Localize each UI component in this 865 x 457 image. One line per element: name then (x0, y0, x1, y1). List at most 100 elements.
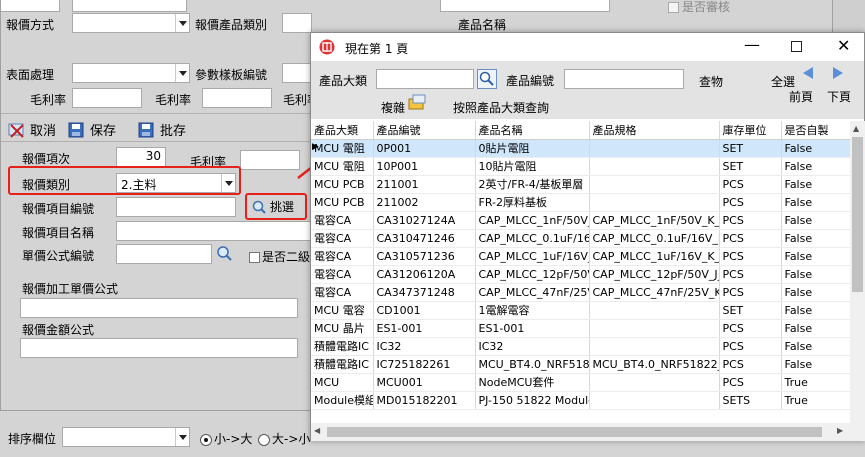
table-cell: 0貼片電阻 (475, 139, 590, 158)
table-row[interactable]: MCU PCB 211001 2英寸/FR-4/基板單層 PCS False (311, 175, 851, 194)
chevron-down-icon[interactable] (175, 14, 189, 32)
table-row[interactable]: MCU 電容 CD1001 1電解電容 SET False (311, 301, 851, 320)
table-cell: PCS (719, 193, 782, 212)
table-row[interactable]: 電容CA CA310471246 CAP_MLCC_0.1uF/16v CAP_MLC… (311, 229, 851, 248)
table-row[interactable]: MCU 電阻 0P001 0貼片電阻 SET False (311, 139, 851, 158)
next-page-button[interactable]: 下頁 (827, 88, 851, 105)
table-row[interactable]: 電容CA CA31027124A CAP_MLCC_1nF/50V_ CAP_MLCC… (311, 211, 851, 230)
sort-desc-radio[interactable]: 大->小 (258, 430, 310, 447)
table-row[interactable]: MCU MCU001 NodeMCU套件 PCS True (311, 373, 851, 392)
table-cell: 積體電路IC (311, 355, 374, 374)
category-label: 產品大類 (319, 74, 368, 88)
chevron-down-icon[interactable] (175, 428, 189, 446)
table-cell: CAP_MLCC_47nF/25V (475, 283, 590, 302)
column-header[interactable]: 是否自製 (781, 121, 851, 140)
table-cell: Module模組 (311, 391, 374, 410)
product-picker-window: 現在第 1 頁 — ✕ 產品大類 產品編號 查物 全選 前頁 下頁 複雜 按照產… (310, 32, 865, 441)
table-cell: False (781, 211, 851, 230)
app-logo-icon (319, 39, 335, 55)
close-icon[interactable]: ✕ (837, 36, 850, 55)
table-cell: IC32 (475, 337, 590, 356)
sort-select[interactable] (62, 427, 190, 447)
approve-button[interactable]: 批存 (138, 120, 186, 139)
table-cell: MCU 電容 (311, 301, 374, 320)
top-partial-field-3[interactable] (440, 0, 610, 12)
category-field[interactable] (376, 69, 474, 89)
unit-formula-label: 單價公式編號 (22, 249, 95, 263)
scroll-right-icon[interactable]: ▶ (837, 426, 843, 435)
vertical-scrollbar[interactable]: ▲ (850, 121, 865, 441)
column-header[interactable]: 產品大類 (311, 121, 374, 140)
quote-seq-field[interactable]: 30 (116, 147, 166, 167)
query-by-category-button[interactable]: 按照產品大類查詢 (453, 99, 549, 116)
table-row[interactable]: Module模組 MD015182201 PJ-150 51822 Module SE… (311, 391, 851, 410)
sort-asc-radio[interactable]: 小->大 (200, 430, 252, 447)
column-header[interactable]: 產品名稱 (475, 121, 590, 140)
scroll-up-icon[interactable]: ▲ (853, 124, 859, 133)
quote-item-no-field[interactable] (116, 197, 236, 217)
table-cell: SET (719, 157, 782, 176)
product-category-select[interactable] (282, 13, 312, 33)
table-cell: PJ-150 51822 Module (475, 391, 590, 410)
code-field[interactable] (564, 69, 684, 89)
table-cell: 10貼片電阻 (475, 157, 590, 176)
hscroll-thumb[interactable] (327, 427, 822, 437)
top-partial-field[interactable] (0, 0, 60, 12)
product-category-label: 報價產品類別 (195, 18, 268, 32)
scroll-thumb[interactable] (852, 137, 863, 292)
margin-field-2[interactable] (202, 88, 272, 108)
horizontal-scrollbar[interactable]: ◀ ▶ (311, 423, 850, 441)
column-header[interactable]: 產品規格 (589, 121, 720, 140)
prev-page-arrow-icon[interactable] (801, 66, 815, 80)
table-row[interactable]: 電容CA CA31206120A CAP_MLCC_12pF/50V CAP_MLCC… (311, 265, 851, 284)
scroll-left-icon[interactable]: ◀ (314, 426, 320, 435)
column-header[interactable]: 庫存單位 (719, 121, 782, 140)
product-name-label: 產品名稱 (458, 18, 507, 32)
copy-icon[interactable] (407, 93, 427, 111)
table-cell: CA31206120A (373, 265, 476, 284)
column-header[interactable]: 產品編號 (373, 121, 476, 140)
param-template-field[interactable] (282, 63, 312, 83)
unit-formula-field[interactable] (116, 244, 212, 264)
table-cell: SETS (719, 391, 782, 410)
table-cell: CAP_MLCC_1nF/50V_ (475, 211, 590, 230)
search-icon[interactable] (216, 245, 232, 261)
table-row[interactable]: MCU 晶片 ES1-001 ES1-001 PCS False (311, 319, 851, 338)
prev-page-button[interactable]: 前頁 (789, 88, 813, 105)
radio-selected-icon (200, 433, 212, 446)
top-partial-field-2[interactable] (72, 0, 187, 12)
cancel-button[interactable]: 取消 (8, 120, 56, 139)
table-row[interactable]: MCU 電阻 10P001 10貼片電阻 SET False (311, 157, 851, 176)
search-icon[interactable] (477, 69, 497, 89)
second-check[interactable]: 是否二級 (249, 248, 310, 265)
process-formula-field[interactable] (20, 298, 298, 318)
table-cell: CAP_MLCC_1nF/50V_K_ (589, 211, 720, 230)
table-cell: MCU 晶片 (311, 319, 374, 338)
quote-method-select[interactable] (72, 13, 190, 33)
amount-formula-field[interactable] (20, 338, 298, 358)
next-page-arrow-icon[interactable] (831, 66, 845, 80)
maximize-icon[interactable] (791, 41, 802, 52)
table-cell: False (781, 229, 851, 248)
minimize-icon[interactable]: — (744, 35, 760, 54)
picker-toolbar: 產品大類 產品編號 查物 全選 前頁 下頁 複雜 按照產品大類查詢 (311, 61, 864, 119)
review-checkbox[interactable] (668, 2, 679, 13)
review-checkbox-label[interactable]: 是否審核 (668, 0, 730, 15)
save-button[interactable]: 保存 (68, 120, 116, 139)
table-row[interactable]: 積體電路IC IC725182261 MCU_BT4.0_NRF5182 MCU_BT… (311, 355, 851, 374)
margin-field-1[interactable] (72, 88, 142, 108)
second-checkbox[interactable] (249, 252, 260, 263)
table-cell: CAP_MLCC_0.1uF/16V_K_ (589, 229, 720, 248)
table-row[interactable]: 積體電路IC IC32 IC32 PCS False (311, 337, 851, 356)
table-cell (589, 391, 720, 410)
query-button[interactable]: 查物 (699, 73, 723, 90)
quote-item-name-field[interactable] (116, 221, 312, 241)
table-row[interactable]: MCU PCB 211002 FR-2厚料基板 PCS False (311, 193, 851, 212)
quote-method-label: 報價方式 (6, 18, 55, 32)
table-row[interactable]: 電容CA CA347371248 CAP_MLCC_47nF/25V CAP_MLCC… (311, 283, 851, 302)
copy-button[interactable]: 複雜 (381, 99, 405, 116)
table-cell: 211002 (373, 193, 476, 212)
chevron-down-icon[interactable] (175, 64, 189, 82)
table-row[interactable]: 電容CA CA310571236 CAP_MLCC_1uF/16V_ CAP_MLCC… (311, 247, 851, 266)
surface-select[interactable] (72, 63, 190, 83)
